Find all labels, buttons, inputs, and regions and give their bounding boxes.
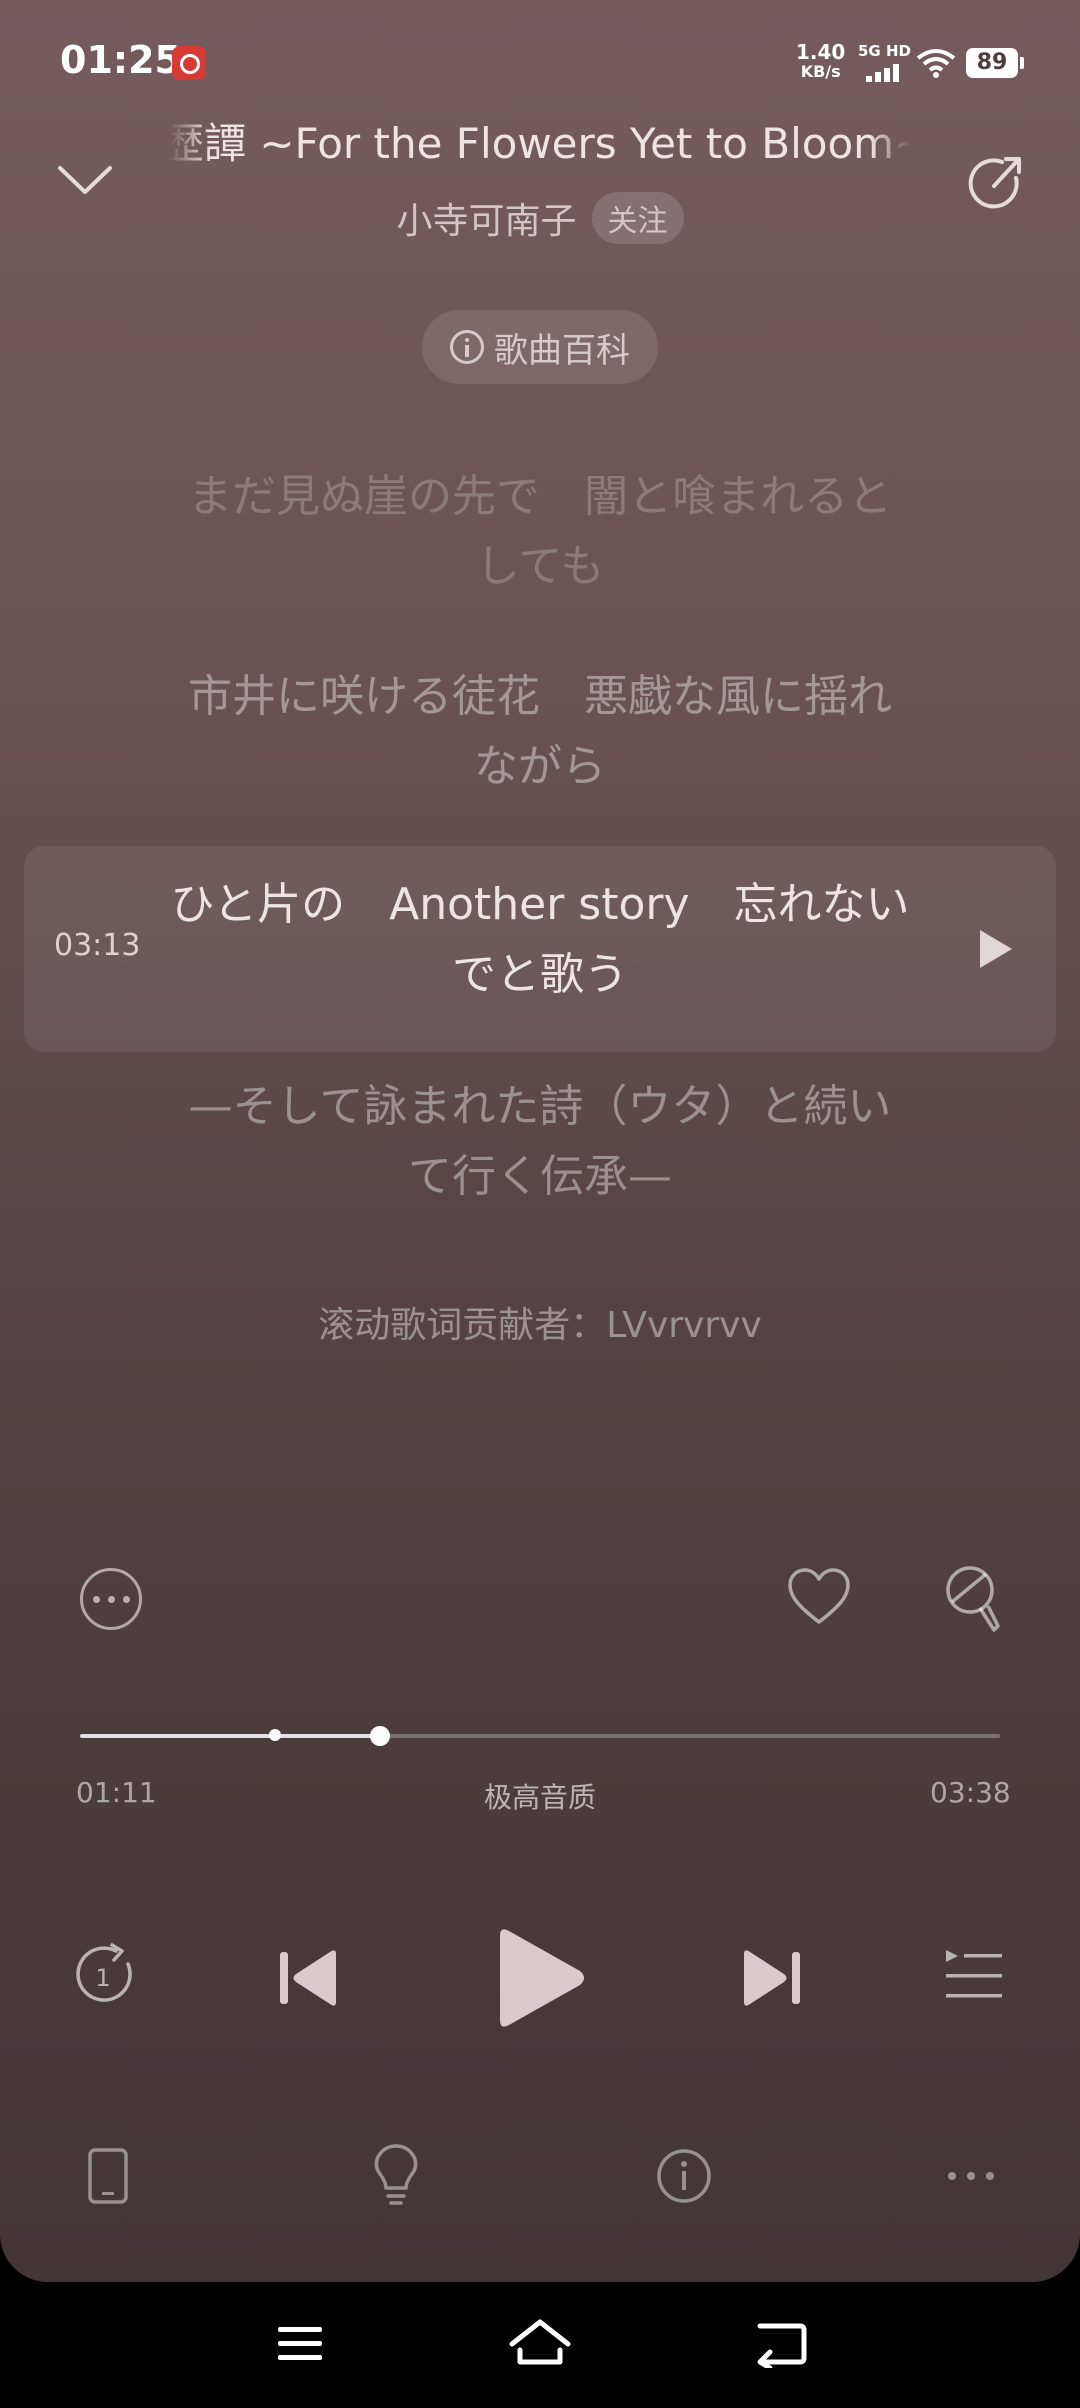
playlist-icon[interactable]	[944, 1948, 1004, 2002]
lyric-seek-time: 03:13	[54, 928, 141, 963]
lyric-line[interactable]: まだ見ぬ崖の先で 闇と喰まれるとしても	[170, 462, 910, 602]
artist-row: 小寺可南子 关注	[0, 192, 1080, 244]
audio-quality[interactable]: 极高音质	[0, 1776, 1080, 1816]
lyrics-contributor: 滚动歌词贡献者：LVvrvrvv	[318, 1305, 762, 1346]
lightbulb-icon[interactable]	[372, 2144, 420, 2206]
progress-knob[interactable]	[369, 1726, 390, 1746]
song-title: 歴譚 ~For the Flowers Yet to Bloom~	[170, 119, 910, 168]
heart-icon[interactable]	[786, 1566, 852, 1632]
wifi-icon	[916, 49, 956, 78]
signal-icon	[866, 62, 906, 82]
player-screen: 01:25 1.40 KB/s 5G HD 89 歴譚 ~For the Flo…	[0, 0, 1080, 2282]
more-circle-icon[interactable]	[80, 1568, 142, 1630]
back-icon[interactable]	[756, 2318, 808, 2368]
progress-slider[interactable]	[80, 1726, 1000, 1746]
progress-marker	[269, 1729, 282, 1741]
more-dots-icon[interactable]	[946, 2170, 996, 2182]
svg-text:1: 1	[95, 1964, 110, 1992]
current-lyric-line[interactable]: ひと片の Another story 忘れないでと歌う	[170, 870, 910, 1010]
total-time: 03:38	[930, 1776, 1011, 1809]
song-wiki-button[interactable]: 歌曲百科	[422, 310, 658, 384]
system-navigation-bar	[0, 2282, 1080, 2408]
play-icon[interactable]	[496, 1926, 586, 2030]
status-bar: 01:25 1.40 KB/s 5G HD 89	[0, 0, 1080, 110]
battery-indicator: 89	[966, 48, 1024, 78]
previous-track-icon[interactable]	[278, 1948, 340, 2008]
next-track-icon[interactable]	[740, 1948, 802, 2008]
lyric-line[interactable]: 市井に咲ける徒花 悪戯な風に揺れながら	[170, 662, 910, 802]
home-icon[interactable]	[508, 2318, 572, 2368]
netease-music-icon	[172, 46, 206, 80]
info-icon[interactable]	[656, 2148, 712, 2204]
repeat-one-icon[interactable]: 1	[76, 1942, 142, 2008]
phone-device-icon[interactable]	[88, 2148, 128, 2204]
network-speed-value: 1.40	[796, 40, 846, 64]
network-type: 5G HD	[858, 42, 911, 60]
artist-name[interactable]: 小寺可南子	[396, 201, 576, 242]
lyric-line[interactable]: —そして詠まれた詩（ウタ）と続いて行く伝承—	[170, 1072, 910, 1212]
song-wiki-label: 歌曲百科	[494, 330, 630, 371]
progress-fill	[80, 1734, 380, 1738]
microphone-icon[interactable]	[940, 1562, 1010, 1636]
network-speed-unit: KB/s	[800, 62, 841, 81]
status-time: 01:25	[60, 38, 181, 82]
info-icon	[450, 330, 484, 364]
network-speed: 1.40 KB/s	[796, 42, 845, 82]
lyric-seek-play-icon[interactable]	[980, 930, 1012, 968]
menu-icon[interactable]	[276, 2324, 324, 2364]
follow-button[interactable]: 关注	[591, 192, 684, 244]
